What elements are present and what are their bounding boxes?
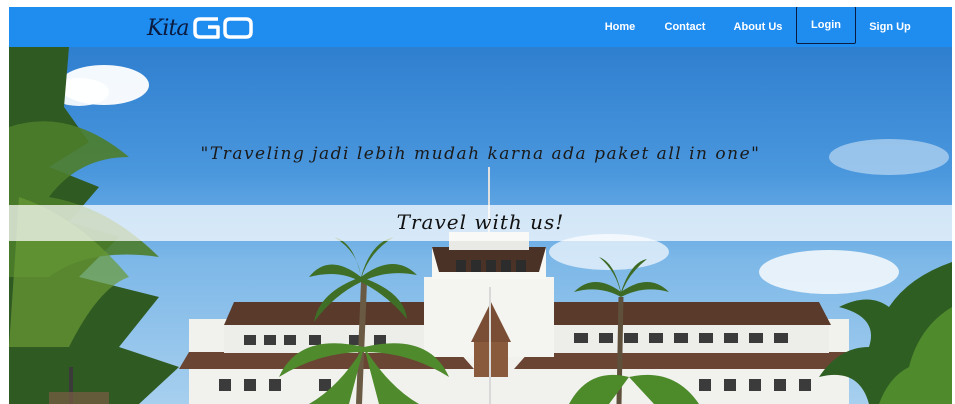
main-nav: Home Contact About Us Login Sign Up — [590, 7, 924, 47]
hero-tagline: Travel with us! — [396, 210, 565, 234]
brand-logo[interactable]: Kita — [147, 13, 254, 43]
nav-contact-link[interactable]: Contact — [650, 7, 720, 47]
hero-section: "Traveling jadi lebih mudah karna ada pa… — [9, 47, 952, 404]
nav-login-button[interactable]: Login — [796, 7, 856, 44]
nav-signup-button[interactable]: Sign Up — [856, 7, 924, 47]
nav-about-link[interactable]: About Us — [720, 7, 796, 47]
page-frame: Kita Home Contact About Us Login Sign Up — [9, 7, 952, 404]
navbar: Kita Home Contact About Us Login Sign Up — [9, 7, 952, 47]
nav-home-link[interactable]: Home — [590, 7, 650, 47]
hero-quote: "Traveling jadi lebih mudah karna ada pa… — [200, 144, 761, 164]
go-logo-icon — [193, 17, 254, 39]
brand-script-text: Kita — [147, 15, 189, 41]
